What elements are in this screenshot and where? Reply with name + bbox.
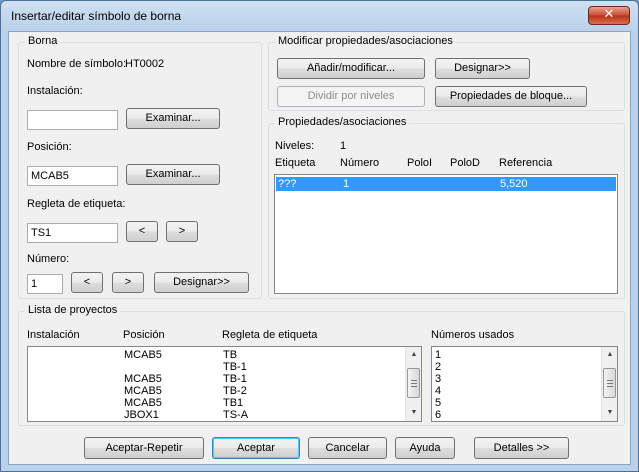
scroll-thumb[interactable] bbox=[603, 368, 616, 398]
used-numbers-label: Números usados bbox=[431, 329, 515, 341]
project-list-group: Lista de proyectos Instalación Posición … bbox=[18, 304, 625, 426]
project-cell-position[interactable]: MCAB5 bbox=[124, 349, 162, 361]
properties-row-selected[interactable]: ??? 1 5,520 bbox=[276, 177, 616, 191]
used-number-item[interactable]: 3 bbox=[435, 373, 441, 385]
accept-repeat-button[interactable]: Aceptar-Repetir bbox=[84, 437, 204, 459]
column-header-polod: PoloD bbox=[450, 157, 480, 169]
details-button[interactable]: Detalles >> bbox=[474, 437, 569, 459]
symbol-name-label: Nombre de símbolo: bbox=[27, 58, 127, 70]
project-col-strip: Regleta de etiqueta bbox=[222, 329, 318, 341]
properties-list[interactable]: ??? 1 5,520 bbox=[274, 174, 618, 294]
help-button[interactable]: Ayuda bbox=[395, 437, 455, 459]
used-numbers-scrollbar[interactable]: ▲ ▼ bbox=[601, 347, 617, 421]
project-cell-strip[interactable]: TB-1 bbox=[223, 361, 247, 373]
modify-group-title: Modificar propiedades/asociaciones bbox=[275, 35, 456, 47]
number-prev-button[interactable]: < bbox=[71, 272, 103, 293]
installation-browse-button[interactable]: Examinar... bbox=[126, 108, 220, 129]
modify-group: Modificar propiedades/asociaciones Añadi… bbox=[268, 35, 625, 111]
installation-input[interactable] bbox=[27, 110, 118, 130]
levels-value: 1 bbox=[340, 140, 347, 152]
accept-button[interactable]: Aceptar bbox=[212, 437, 300, 459]
column-header-poloi: PoloI bbox=[407, 157, 433, 169]
strip-prev-button[interactable]: < bbox=[126, 221, 158, 242]
project-col-installation: Instalación bbox=[27, 329, 80, 341]
used-numbers-list[interactable]: 123456 ▲ ▼ bbox=[431, 346, 618, 422]
project-cell-strip[interactable]: TB1 bbox=[223, 397, 243, 409]
used-number-item[interactable]: 5 bbox=[435, 397, 441, 409]
window-title: Insertar/editar símbolo de borna bbox=[11, 9, 182, 23]
split-levels-button[interactable]: Dividir por niveles bbox=[277, 86, 425, 107]
project-cell-strip[interactable]: TS-A bbox=[223, 409, 248, 421]
scroll-up-icon[interactable]: ▲ bbox=[602, 347, 618, 363]
title-bar[interactable]: Insertar/editar símbolo de borna ✕ bbox=[1, 1, 638, 31]
borna-group: Borna Nombre de símbolo: HT0002 Instalac… bbox=[18, 35, 262, 299]
close-button[interactable]: ✕ bbox=[588, 6, 630, 25]
number-next-button[interactable]: > bbox=[112, 272, 144, 293]
dialog-window: Insertar/editar símbolo de borna ✕ Borna… bbox=[0, 0, 639, 472]
project-list[interactable]: MCAB5 TB TB-1 MCAB5 TB-1 MCAB5 TB-2 MCAB5 TB1 JBO… bbox=[27, 346, 422, 422]
modify-assign-button[interactable]: Designar>> bbox=[435, 58, 530, 79]
project-cell-strip[interactable]: TB-2 bbox=[223, 385, 247, 397]
column-header-referencia: Referencia bbox=[499, 157, 553, 169]
position-input[interactable]: MCAB5 bbox=[27, 166, 118, 186]
strip-input[interactable]: TS1 bbox=[27, 223, 118, 243]
project-cell-position[interactable]: MCAB5 bbox=[124, 385, 162, 397]
used-number-item[interactable]: 4 bbox=[435, 385, 441, 397]
project-list-group-title: Lista de proyectos bbox=[25, 304, 121, 316]
symbol-name-value: HT0002 bbox=[125, 58, 165, 70]
number-assign-button[interactable]: Designar>> bbox=[154, 272, 249, 293]
project-cell-position[interactable]: JBOX1 bbox=[124, 409, 159, 421]
used-number-item[interactable]: 6 bbox=[435, 409, 441, 421]
project-cell-position[interactable]: MCAB5 bbox=[124, 373, 162, 385]
column-header-etiqueta: Etiqueta bbox=[275, 157, 316, 169]
column-header-numero: Número bbox=[340, 157, 380, 169]
scroll-down-icon[interactable]: ▼ bbox=[602, 405, 618, 421]
properties-group: Propiedades/asociaciones Niveles: 1 Etiq… bbox=[268, 116, 625, 299]
cell-numero: 1 bbox=[343, 178, 350, 190]
position-label: Posición: bbox=[27, 141, 72, 153]
number-input[interactable]: 1 bbox=[27, 274, 63, 294]
scroll-down-icon[interactable]: ▼ bbox=[406, 405, 422, 421]
used-number-item[interactable]: 2 bbox=[435, 361, 441, 373]
project-list-scrollbar[interactable]: ▲ ▼ bbox=[405, 347, 421, 421]
scroll-thumb[interactable] bbox=[407, 368, 420, 398]
number-label: Número: bbox=[27, 253, 70, 265]
add-modify-button[interactable]: Añadir/modificar... bbox=[277, 58, 425, 79]
borna-group-title: Borna bbox=[25, 35, 61, 47]
used-number-item[interactable]: 1 bbox=[435, 349, 441, 361]
project-col-position: Posición bbox=[123, 329, 165, 341]
properties-group-title: Propiedades/asociaciones bbox=[275, 116, 410, 128]
project-cell-position[interactable]: MCAB5 bbox=[124, 397, 162, 409]
project-cell-strip[interactable]: TB-1 bbox=[223, 373, 247, 385]
scroll-up-icon[interactable]: ▲ bbox=[406, 347, 422, 363]
cell-etiqueta: ??? bbox=[278, 178, 297, 190]
levels-label: Niveles: bbox=[275, 140, 315, 152]
close-icon: ✕ bbox=[603, 7, 615, 22]
installation-label: Instalación: bbox=[27, 85, 83, 97]
project-cell-strip[interactable]: TB bbox=[223, 349, 237, 361]
position-browse-button[interactable]: Examinar... bbox=[126, 164, 220, 185]
cell-referencia: 5,520 bbox=[500, 178, 528, 190]
strip-label: Regleta de etiqueta: bbox=[27, 198, 126, 210]
block-properties-button[interactable]: Propiedades de bloque... bbox=[435, 86, 587, 107]
strip-next-button[interactable]: > bbox=[166, 221, 198, 242]
cancel-button[interactable]: Cancelar bbox=[308, 437, 387, 459]
dialog-body: Borna Nombre de símbolo: HT0002 Instalac… bbox=[8, 31, 631, 465]
